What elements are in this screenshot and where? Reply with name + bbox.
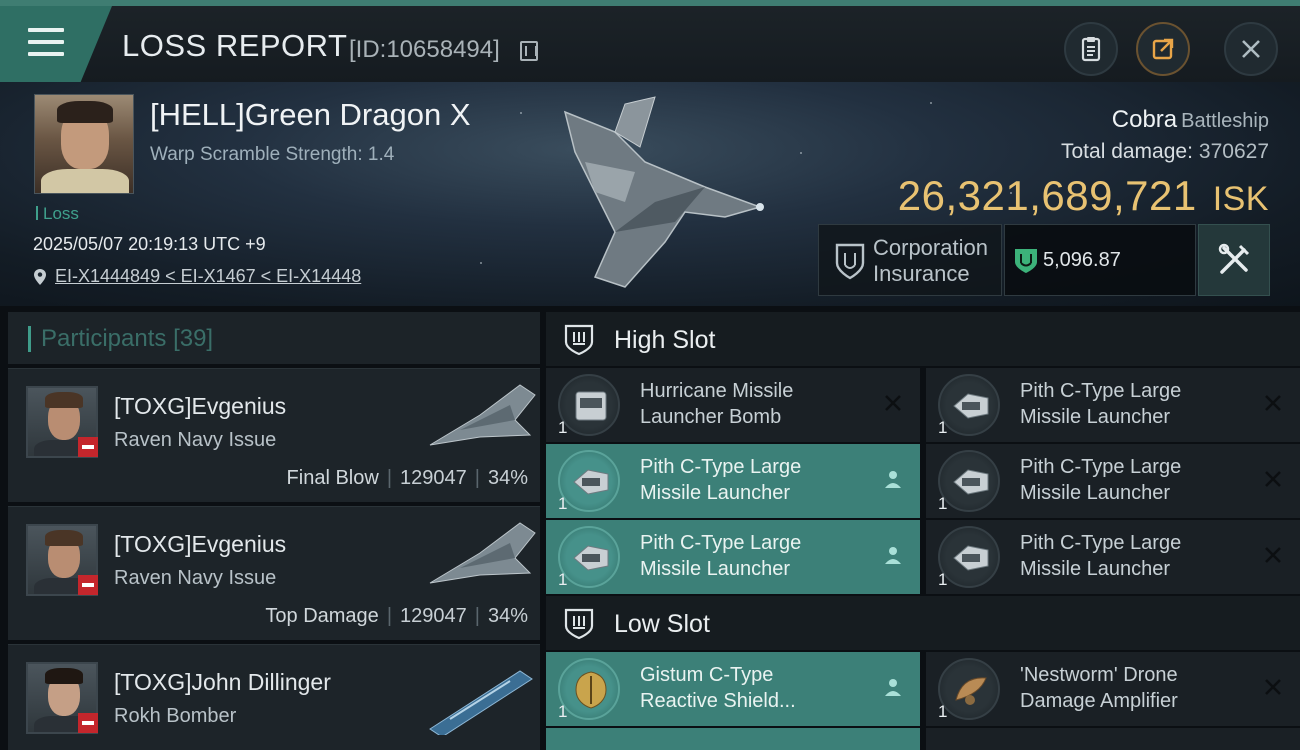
dropped-person-icon [885, 471, 901, 488]
destroyed-x-icon [1265, 679, 1281, 695]
participant-ship: Rokh Bomber [114, 705, 237, 727]
share-icon [1152, 38, 1174, 60]
participant-stats: Top Damage | 129047 | 34% [265, 605, 528, 627]
location-link[interactable]: EI-X1444849 < EI-X1467 < EI-X14448 [33, 266, 361, 287]
participants-title: Participants [41, 325, 167, 352]
module-slot[interactable]: 1 'Nestworm' Drone Damage Amplifier [926, 652, 1300, 726]
participant-name[interactable]: [TOXG]Evgenius [114, 393, 286, 420]
close-icon [1242, 40, 1260, 58]
star [930, 102, 932, 104]
location-text[interactable]: EI-X1444849 < EI-X1467 < EI-X14448 [55, 266, 361, 287]
module-name: Hurricane Missile Launcher Bomb [640, 380, 794, 428]
low-slot-icon [564, 608, 594, 640]
module-slot[interactable]: 1 Pith C-Type Large Missile Launcher [926, 520, 1300, 594]
star [520, 112, 522, 114]
menu-icon [28, 28, 64, 56]
participant-name[interactable]: [TOXG]John Dillinger [114, 669, 331, 696]
star [480, 262, 482, 264]
module-slot-partial[interactable] [546, 728, 920, 750]
destroyed-x-icon [1265, 395, 1281, 411]
module-slot-partial[interactable] [926, 728, 1300, 750]
module-name: Pith C-Type Large Missile Launcher [1020, 532, 1182, 580]
copy-icon[interactable] [520, 41, 538, 61]
close-button[interactable] [1224, 22, 1278, 76]
participant-ship: Raven Navy Issue [114, 567, 277, 589]
destroyed-x-icon [1265, 471, 1281, 487]
loss-status: Loss [36, 204, 79, 224]
insurance-amount: 5,096.87 [1004, 224, 1196, 296]
participants-count: [39] [173, 325, 214, 352]
insurance-label: Corporation Insurance [873, 235, 988, 286]
clipboard-button[interactable] [1064, 22, 1118, 76]
module-name: Pith C-Type Large Missile Launcher [1020, 380, 1182, 428]
module-slot[interactable]: 1 Pith C-Type Large Missile Launcher [546, 444, 920, 518]
module-slot[interactable]: 1 Pith C-Type Large Missile Launcher [926, 368, 1300, 442]
isk-value: 26,321,689,721 ISK [897, 172, 1269, 219]
participant-name[interactable]: [TOXG]Evgenius [114, 531, 286, 558]
high-slot-header: High Slot [546, 312, 1300, 366]
total-damage: Total damage: 370627 [1061, 140, 1269, 163]
dropped-person-icon [885, 547, 901, 564]
low-slot-header: Low Slot [546, 596, 1300, 650]
participant-row[interactable]: [TOXG]John Dillinger Rokh Bomber [8, 644, 540, 750]
fitting-tools-button[interactable] [1198, 224, 1270, 296]
participant-ship-image [429, 384, 536, 446]
victim-ship-image[interactable] [555, 92, 775, 297]
participant-row[interactable]: [TOXG]Evgenius Raven Navy Issue Final Bl… [8, 368, 540, 502]
warp-scramble-strength: Warp Scramble Strength: 1.4 [150, 144, 395, 165]
victim-ship-name[interactable]: Cobra Battleship [1112, 106, 1269, 134]
clipboard-icon [1081, 37, 1101, 62]
kill-timestamp: 2025/05/07 20:19:13 UTC +9 [33, 234, 266, 254]
report-id: [ID:10658494] [349, 36, 500, 63]
module-slot[interactable]: 1 Pith C-Type Large Missile Launcher [926, 444, 1300, 518]
participant-row[interactable]: [TOXG]Evgenius Raven Navy Issue Top Dama… [8, 506, 540, 640]
high-slot-icon [564, 324, 594, 356]
module-name: Pith C-Type Large Missile Launcher [1020, 456, 1182, 504]
hostile-badge-icon [78, 575, 98, 595]
fitting-panel: High Slot 1 Hurricane Missile Launcher Bo… [546, 312, 1300, 750]
participants-panel: Participants [39] [TOXG]Evgenius Raven N… [8, 312, 540, 750]
participant-ship-image [429, 670, 533, 735]
destroyed-x-icon [1265, 547, 1281, 563]
isk-shield-icon [1015, 249, 1037, 273]
wrench-screwdriver-icon [1218, 243, 1250, 274]
star [800, 152, 802, 154]
participants-header[interactable]: Participants [39] [8, 312, 540, 364]
destroyed-x-icon [885, 395, 901, 411]
insurance-shield-icon [835, 243, 865, 280]
victim-avatar[interactable] [34, 94, 134, 194]
page-title: LOSS REPORT [122, 28, 348, 63]
menu-button[interactable] [0, 6, 112, 82]
participant-ship-image [429, 522, 536, 584]
hostile-badge-icon [78, 437, 98, 457]
participant-ship: Raven Navy Issue [114, 429, 277, 451]
module-name: Pith C-Type Large Missile Launcher [640, 532, 802, 580]
dropped-person-icon [885, 679, 901, 696]
module-name: Pith C-Type Large Missile Launcher [640, 456, 802, 504]
module-slot[interactable]: 1 Gistum C-Type Reactive Shield... [546, 652, 920, 726]
module-slot[interactable]: 1 Pith C-Type Large Missile Launcher [546, 520, 920, 594]
corporation-insurance-button[interactable]: Corporation Insurance [818, 224, 1002, 296]
participant-stats: Final Blow | 129047 | 34% [286, 467, 528, 489]
module-slot[interactable]: 1 Hurricane Missile Launcher Bomb [546, 368, 920, 442]
victim-panel: [HELL]Green Dragon X Warp Scramble Stren… [0, 82, 1300, 306]
share-button[interactable] [1136, 22, 1190, 76]
victim-pilot-name[interactable]: [HELL]Green Dragon X [150, 97, 471, 133]
hostile-badge-icon [78, 713, 98, 733]
header-bar: LOSS REPORT [ID:10658494] [0, 0, 1300, 82]
module-name: 'Nestworm' Drone Damage Amplifier [1020, 664, 1178, 712]
module-name: Gistum C-Type Reactive Shield... [640, 664, 796, 712]
location-pin-icon [34, 268, 46, 285]
